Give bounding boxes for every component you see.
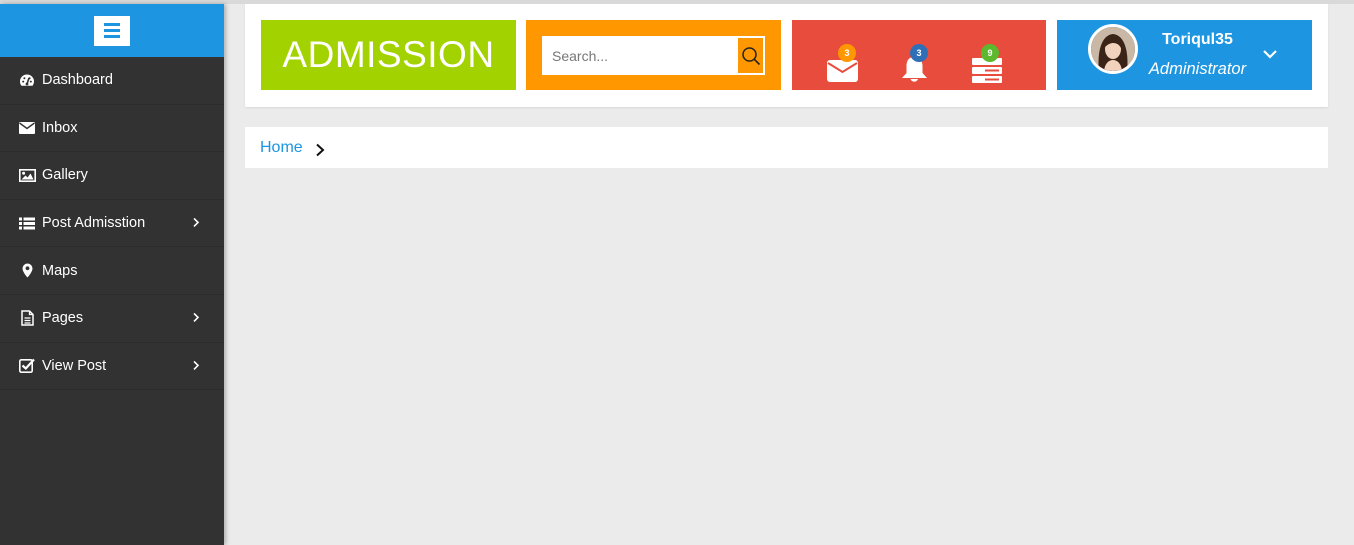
tasks-notification[interactable]: 9 (970, 44, 1004, 84)
hamburger-icon[interactable] (94, 15, 130, 46)
user-tile: Toriqul35 Administrator (1057, 20, 1312, 90)
alerts-badge: 3 (910, 44, 928, 62)
chevron-right-icon (193, 360, 200, 370)
sidebar-item-label: View Post (42, 357, 107, 374)
sidebar-item-label: Pages (42, 310, 84, 327)
search-tile (526, 20, 781, 90)
sidebar-item-label: Gallery (42, 167, 88, 184)
avatar[interactable] (1088, 24, 1138, 74)
chevron-right-icon (316, 143, 325, 156)
sidebar-item-pages[interactable]: Pages (0, 295, 224, 343)
tasks-badge: 9 (981, 44, 999, 62)
sidebar-item-gallery[interactable]: Gallery (0, 152, 224, 200)
map-marker-icon (18, 263, 36, 279)
sidebar-item-label: Inbox (42, 119, 78, 136)
user-role: Administrator (1148, 60, 1247, 78)
envelope-icon (18, 120, 36, 136)
sidebar-item-label: Maps (42, 262, 78, 279)
sidebar-item-view-post[interactable]: View Post (0, 343, 224, 391)
sidebar-item-post-admission[interactable]: Post Admisstion (0, 200, 224, 248)
alerts-notification[interactable]: 3 (898, 44, 932, 84)
top-header: ADMISSION 3 3 9 Toriqul35 Administrator (245, 4, 1328, 107)
sidebar-item-label: Post Admisstion (42, 215, 146, 232)
messages-badge: 3 (838, 44, 856, 62)
image-icon (18, 167, 36, 183)
messages-notification[interactable]: 3 (826, 44, 860, 84)
sidebar-nav: Dashboard Inbox Gallery Post Admisstion (0, 57, 224, 391)
list-icon (18, 215, 36, 231)
breadcrumb: Home (245, 127, 1328, 168)
sidebar-item-label: Dashboard (42, 72, 113, 89)
brand-tile: ADMISSION (261, 20, 516, 90)
breadcrumb-home-link[interactable]: Home (260, 139, 303, 157)
user-name: Toriqul35 (1162, 31, 1233, 48)
chevron-right-icon (193, 313, 200, 323)
sidebar-item-dashboard[interactable]: Dashboard (0, 57, 224, 105)
dashboard-icon (18, 72, 36, 88)
brand-title: ADMISSION (282, 34, 495, 75)
sidebar-item-inbox[interactable]: Inbox (0, 105, 224, 153)
sidebar-header (0, 4, 224, 57)
search-input[interactable] (542, 36, 738, 75)
search-button[interactable] (738, 36, 765, 75)
file-icon (18, 310, 36, 327)
chevron-right-icon (193, 217, 200, 228)
notifications-tile: 3 3 9 (792, 20, 1046, 90)
search-icon (741, 46, 760, 65)
check-square-icon (18, 358, 36, 374)
chevron-down-icon[interactable] (1261, 45, 1279, 63)
sidebar-item-maps[interactable]: Maps (0, 247, 224, 295)
sidebar: Dashboard Inbox Gallery Post Admisstion (0, 4, 224, 545)
